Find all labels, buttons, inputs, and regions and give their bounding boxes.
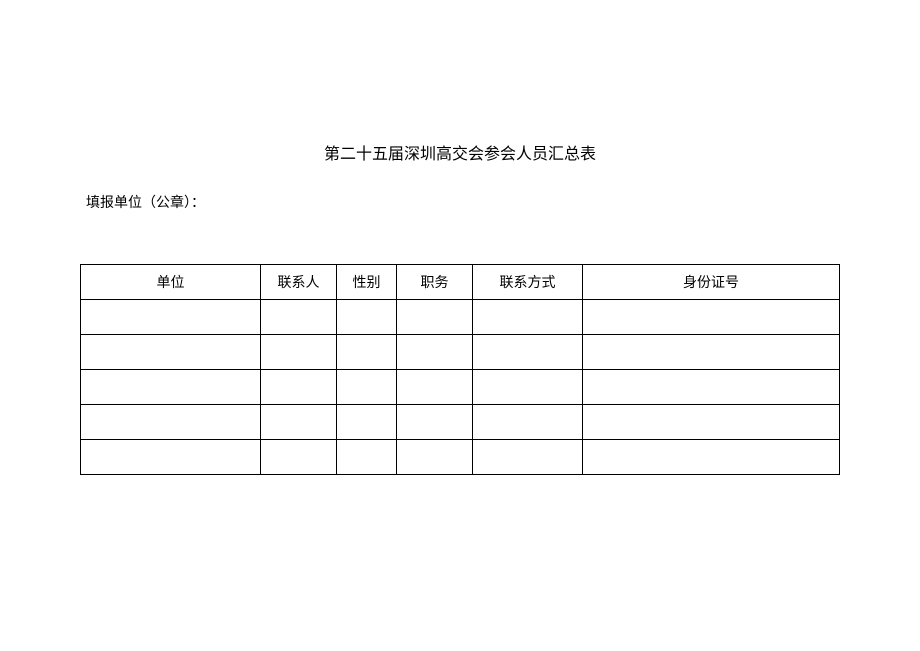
table-row [81, 405, 840, 440]
cell-contact [261, 370, 337, 405]
document-page: 第二十五届深圳高交会参会人员汇总表 填报单位（公章）： 单位 联系人 性别 职务… [0, 0, 920, 475]
cell-gender [337, 300, 397, 335]
cell-position [397, 440, 473, 475]
cell-id [583, 370, 840, 405]
header-position: 职务 [397, 265, 473, 300]
document-title: 第二十五届深圳高交会参会人员汇总表 [80, 140, 840, 164]
cell-phone [473, 300, 583, 335]
cell-unit [81, 405, 261, 440]
header-contact: 联系人 [261, 265, 337, 300]
table-row [81, 370, 840, 405]
cell-phone [473, 335, 583, 370]
cell-unit [81, 335, 261, 370]
table-row [81, 335, 840, 370]
attendee-table: 单位 联系人 性别 职务 联系方式 身份证号 [80, 264, 840, 475]
cell-gender [337, 440, 397, 475]
table-header-row: 单位 联系人 性别 职务 联系方式 身份证号 [81, 265, 840, 300]
cell-id [583, 335, 840, 370]
cell-phone [473, 440, 583, 475]
cell-phone [473, 405, 583, 440]
cell-unit [81, 440, 261, 475]
cell-gender [337, 370, 397, 405]
cell-position [397, 405, 473, 440]
cell-id [583, 405, 840, 440]
header-gender: 性别 [337, 265, 397, 300]
cell-contact [261, 300, 337, 335]
cell-id [583, 300, 840, 335]
cell-phone [473, 370, 583, 405]
cell-position [397, 300, 473, 335]
table-row [81, 300, 840, 335]
cell-position [397, 370, 473, 405]
reporting-unit-label: 填报单位（公章）： [80, 192, 840, 212]
cell-gender [337, 335, 397, 370]
cell-unit [81, 370, 261, 405]
header-phone: 联系方式 [473, 265, 583, 300]
cell-unit [81, 300, 261, 335]
cell-id [583, 440, 840, 475]
cell-contact [261, 335, 337, 370]
header-unit: 单位 [81, 265, 261, 300]
cell-contact [261, 440, 337, 475]
cell-gender [337, 405, 397, 440]
header-id: 身份证号 [583, 265, 840, 300]
table-row [81, 440, 840, 475]
cell-contact [261, 405, 337, 440]
cell-position [397, 335, 473, 370]
